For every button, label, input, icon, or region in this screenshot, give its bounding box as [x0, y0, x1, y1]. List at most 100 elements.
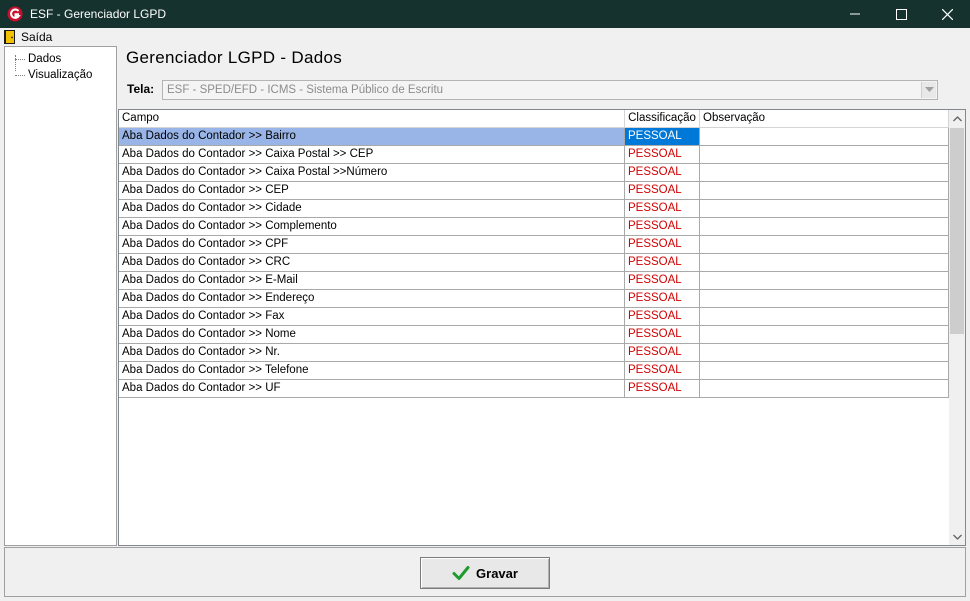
table-row[interactable]: Aba Dados do Contador >> Endereço PESSOAL — [119, 290, 949, 308]
table-row[interactable]: Aba Dados do Contador >> Caixa Postal >>… — [119, 164, 949, 182]
cell-campo[interactable]: Aba Dados do Contador >> CRC — [119, 254, 625, 272]
cell-campo[interactable]: Aba Dados do Contador >> Bairro — [119, 128, 625, 146]
cell-campo[interactable]: Aba Dados do Contador >> Fax — [119, 308, 625, 326]
cell-campo[interactable]: Aba Dados do Contador >> Caixa Postal >>… — [119, 164, 625, 182]
vertical-scrollbar[interactable] — [949, 110, 965, 545]
column-header-observacao[interactable]: Observação — [700, 110, 949, 128]
cell-classificacao[interactable]: PESSOAL — [625, 164, 700, 182]
table-row[interactable]: Aba Dados do Contador >> Fax PESSOAL — [119, 308, 949, 326]
tela-select-value: ESF - SPED/EFD - ICMS - Sistema Público … — [167, 84, 444, 96]
cell-campo[interactable]: Aba Dados do Contador >> Telefone — [119, 362, 625, 380]
table-row[interactable]: Aba Dados do Contador >> Cidade PESSOAL — [119, 200, 949, 218]
table-row[interactable]: Aba Dados do Contador >> E-Mail PESSOAL — [119, 272, 949, 290]
tela-dropdown-button[interactable] — [921, 82, 936, 98]
maximize-button[interactable] — [878, 0, 924, 28]
grid-header: Campo Classificação Observação — [119, 110, 949, 128]
sidebar-item-label: Visualização — [28, 69, 93, 81]
cell-classificacao[interactable]: PESSOAL — [625, 182, 700, 200]
cell-campo[interactable]: Aba Dados do Contador >> UF — [119, 380, 625, 398]
tree-connector — [15, 75, 25, 76]
table-row[interactable]: Aba Dados do Contador >> CRC PESSOAL — [119, 254, 949, 272]
close-icon — [941, 8, 953, 20]
maximize-icon — [895, 8, 907, 20]
cell-classificacao[interactable]: PESSOAL — [625, 290, 700, 308]
cell-classificacao[interactable]: PESSOAL — [625, 362, 700, 380]
page-title: Gerenciador LGPD - Dados — [126, 48, 343, 67]
cell-classificacao[interactable]: PESSOAL — [625, 236, 700, 254]
exit-door-icon — [4, 30, 15, 44]
cell-classificacao[interactable]: PESSOAL — [625, 380, 700, 398]
table-row[interactable]: Aba Dados do Contador >> Bairro PESSOAL — [119, 128, 949, 146]
cell-campo[interactable]: Aba Dados do Contador >> Nr. — [119, 344, 625, 362]
checkmark-icon — [452, 566, 470, 580]
cell-campo[interactable]: Aba Dados do Contador >> E-Mail — [119, 272, 625, 290]
grid-body: Aba Dados do Contador >> Bairro PESSOAL Ab… — [119, 128, 949, 398]
cell-classificacao[interactable]: PESSOAL — [625, 200, 700, 218]
cell-classificacao[interactable]: PESSOAL — [625, 128, 700, 146]
cell-observacao[interactable] — [700, 254, 949, 272]
table-row[interactable]: Aba Dados do Contador >> Telefone PESSOAL — [119, 362, 949, 380]
cell-observacao[interactable] — [700, 182, 949, 200]
table-row[interactable]: Aba Dados do Contador >> CPF PESSOAL — [119, 236, 949, 254]
minimize-icon — [850, 13, 860, 15]
cell-classificacao[interactable]: PESSOAL — [625, 146, 700, 164]
table-row[interactable]: Aba Dados do Contador >> Nome PESSOAL — [119, 326, 949, 344]
column-header-classificacao[interactable]: Classificação — [625, 110, 700, 128]
sidebar-item-visualizacao[interactable]: Visualização — [15, 67, 92, 83]
sidebar-item-dados[interactable]: Dados — [15, 51, 61, 67]
column-header-campo[interactable]: Campo — [119, 110, 625, 128]
scroll-thumb[interactable] — [950, 128, 964, 334]
chevron-down-icon — [924, 87, 934, 92]
cell-observacao[interactable] — [700, 308, 949, 326]
cell-classificacao[interactable]: PESSOAL — [625, 254, 700, 272]
app-logo-icon — [6, 5, 24, 23]
cell-observacao[interactable] — [700, 380, 949, 398]
cell-observacao[interactable] — [700, 362, 949, 380]
cell-campo[interactable]: Aba Dados do Contador >> Complemento — [119, 218, 625, 236]
cell-observacao[interactable] — [700, 146, 949, 164]
close-button[interactable] — [924, 0, 970, 28]
cell-campo[interactable]: Aba Dados do Contador >> CEP — [119, 182, 625, 200]
cell-classificacao[interactable]: PESSOAL — [625, 308, 700, 326]
cell-classificacao[interactable]: PESSOAL — [625, 344, 700, 362]
menu-bar: Saída — [0, 28, 970, 46]
cell-observacao[interactable] — [700, 128, 949, 146]
title-bar: ESF - Gerenciador LGPD — [0, 0, 970, 28]
footer-panel: Gravar — [4, 547, 966, 597]
table-row[interactable]: Aba Dados do Contador >> UF PESSOAL — [119, 380, 949, 398]
data-grid: Campo Classificação Observação Aba Dados… — [118, 109, 966, 546]
chevron-up-icon — [952, 115, 962, 121]
scroll-up-button[interactable] — [949, 110, 965, 127]
table-row[interactable]: Aba Dados do Contador >> Nr. PESSOAL — [119, 344, 949, 362]
minimize-button[interactable] — [832, 0, 878, 28]
cell-classificacao[interactable]: PESSOAL — [625, 272, 700, 290]
menu-exit-label: Saída — [21, 30, 53, 44]
cell-observacao[interactable] — [700, 290, 949, 308]
table-row[interactable]: Aba Dados do Contador >> Complemento PESS… — [119, 218, 949, 236]
cell-observacao[interactable] — [700, 272, 949, 290]
sidebar-tree: Dados Visualização — [4, 46, 117, 546]
cell-campo[interactable]: Aba Dados do Contador >> Nome — [119, 326, 625, 344]
cell-observacao[interactable] — [700, 236, 949, 254]
table-row[interactable]: Aba Dados do Contador >> Caixa Postal >>… — [119, 146, 949, 164]
cell-campo[interactable]: Aba Dados do Contador >> CPF — [119, 236, 625, 254]
cell-classificacao[interactable]: PESSOAL — [625, 326, 700, 344]
cell-observacao[interactable] — [700, 344, 949, 362]
cell-observacao[interactable] — [700, 164, 949, 182]
cell-observacao[interactable] — [700, 200, 949, 218]
save-button[interactable]: Gravar — [420, 557, 550, 589]
cell-observacao[interactable] — [700, 326, 949, 344]
cell-campo[interactable]: Aba Dados do Contador >> Cidade — [119, 200, 625, 218]
cell-observacao[interactable] — [700, 218, 949, 236]
table-row[interactable]: Aba Dados do Contador >> CEP PESSOAL — [119, 182, 949, 200]
cell-campo[interactable]: Aba Dados do Contador >> Endereço — [119, 290, 625, 308]
cell-campo[interactable]: Aba Dados do Contador >> Caixa Postal >>… — [119, 146, 625, 164]
tela-label: Tela: — [127, 82, 155, 96]
chevron-down-icon — [952, 534, 962, 540]
scroll-down-button[interactable] — [949, 528, 965, 545]
tree-connector — [15, 59, 25, 60]
tela-select[interactable]: ESF - SPED/EFD - ICMS - Sistema Público … — [162, 80, 938, 100]
menu-exit[interactable]: Saída — [4, 28, 56, 46]
save-button-label: Gravar — [476, 565, 518, 581]
cell-classificacao[interactable]: PESSOAL — [625, 218, 700, 236]
